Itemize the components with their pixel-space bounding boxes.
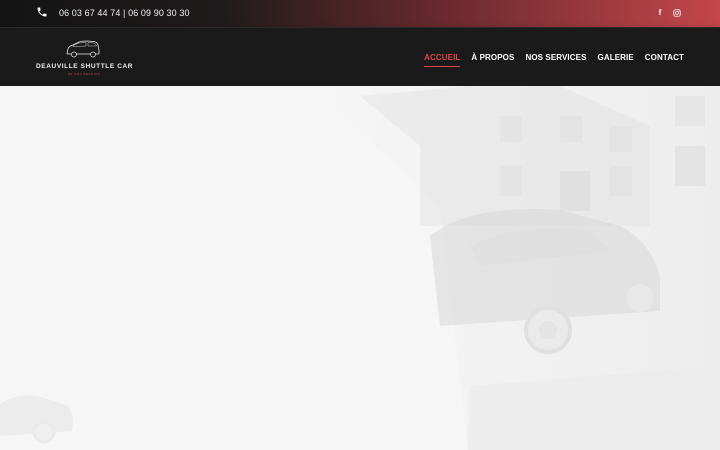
phone-icon [37, 7, 47, 17]
nav-item-a-propos[interactable]: À PROPOS [471, 53, 514, 67]
nav-item-nos-services[interactable]: NOS SERVICES [525, 53, 586, 67]
facebook-icon[interactable]: f [655, 7, 665, 19]
phone-numbers[interactable]: 06 03 67 44 74 | 06 09 90 30 30 [59, 8, 190, 18]
site-logo[interactable]: DEAUVILLE SHUTTLE CAR DE VOS BESOINS [36, 39, 134, 77]
nav-item-accueil[interactable]: ACCUEIL [424, 53, 461, 67]
logo-subtitle: DE VOS BESOINS [67, 72, 101, 76]
nav-item-galerie[interactable]: GALERIE [598, 53, 634, 67]
hero-background-image [0, 86, 720, 450]
hero-section [0, 86, 720, 450]
main-nav: ACCUEIL À PROPOS NOS SERVICES GALERIE CO… [424, 53, 684, 67]
logo-title: DEAUVILLE SHUTTLE CAR [36, 63, 134, 70]
top-bar: 06 03 67 44 74 | 06 09 90 30 30 f [0, 0, 720, 27]
nav-item-contact[interactable]: CONTACT [645, 53, 684, 67]
site-header: DEAUVILLE SHUTTLE CAR DE VOS BESOINS ACC… [0, 27, 720, 87]
instagram-icon[interactable] [672, 7, 682, 19]
car-logo-icon [66, 40, 100, 58]
